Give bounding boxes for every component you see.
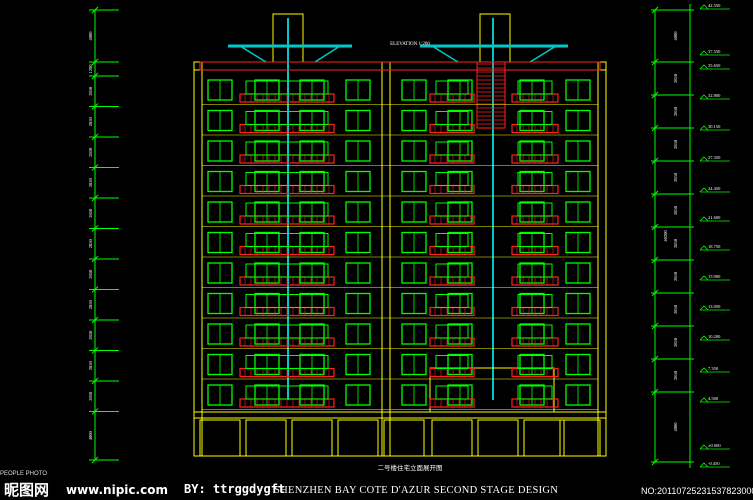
right-dim-label: 2850	[673, 139, 678, 149]
watermark-author: BY: ttrggdygft	[184, 482, 286, 496]
left-dim-label: 2850	[88, 178, 93, 188]
right-dim-label: 4000	[673, 422, 678, 432]
left-dim-label: 4000	[88, 431, 93, 441]
right-dim-label: 2850	[673, 304, 678, 314]
level-label: 10.200	[708, 334, 721, 339]
left-dim-label: 2850	[88, 330, 93, 340]
drawing-scale-label: ELEVATION 1:200	[390, 42, 430, 47]
level-label: 18.750	[708, 244, 721, 249]
level-label: 35.650	[708, 63, 721, 68]
watermark-site-name: 昵图网	[4, 481, 50, 499]
left-dim-label: 2850	[88, 117, 93, 127]
left-dim-label: 4000	[88, 31, 93, 41]
level-label: 4.500	[708, 396, 719, 401]
left-dim-label: 2850	[88, 300, 93, 310]
level-label: 42.550	[708, 3, 721, 8]
watermark-tiny-label: PEOPLE PHOTO	[0, 471, 47, 477]
elevation-drawing: 4000 1200 2850 2850 2850 2850 2850 2850 2850 2850…	[0, 0, 753, 500]
level-label: 7.350	[708, 366, 719, 371]
left-dim-label: 2850	[88, 86, 93, 96]
level-label: ±0.000	[708, 443, 721, 448]
right-dim-label: 2850	[673, 73, 678, 83]
right-dim-label: 2850	[673, 370, 678, 380]
right-dim-label: 2850	[673, 271, 678, 281]
level-label: 21.600	[708, 215, 721, 220]
left-dim-label: 2850	[88, 361, 93, 371]
right-dim-label: 4000	[673, 31, 678, 41]
level-label: 37.550	[708, 49, 721, 54]
drawing-background	[0, 0, 753, 500]
level-label: 24.450	[708, 186, 721, 191]
right-dim-label: 2850	[673, 106, 678, 116]
level-label: -0.450	[708, 461, 720, 466]
left-dim-label: 2850	[88, 147, 93, 157]
left-dim-label: 2850	[88, 208, 93, 218]
watermark-project-title: SHENZHEN BAY COTE D'AZUR SECOND STAGE DE…	[274, 485, 559, 496]
left-dim-label: 2850	[88, 391, 93, 401]
watermark-image-number: NO:20110725231537823000	[641, 486, 753, 496]
right-dim-label: 2850	[673, 172, 678, 182]
right-dim-label: 2850	[673, 337, 678, 347]
left-dim-label: 2850	[88, 239, 93, 249]
watermark-site-url: www.nipic.com	[66, 483, 168, 497]
level-label: 15.900	[708, 274, 721, 279]
level-label: 30.150	[708, 124, 721, 129]
level-label: 32.800	[708, 93, 721, 98]
left-dim-label: 2850	[88, 269, 93, 279]
level-label: 13.050	[708, 304, 721, 309]
right-dim-label: 2850	[673, 238, 678, 248]
drawing-chinese-title: 二号楼住宅立面展开图	[378, 463, 443, 472]
right-dim-total: 40200	[663, 230, 668, 242]
level-label: 27.350	[708, 155, 721, 160]
right-dim-label: 2850	[673, 205, 678, 215]
left-dim-label: 1200	[88, 64, 93, 74]
